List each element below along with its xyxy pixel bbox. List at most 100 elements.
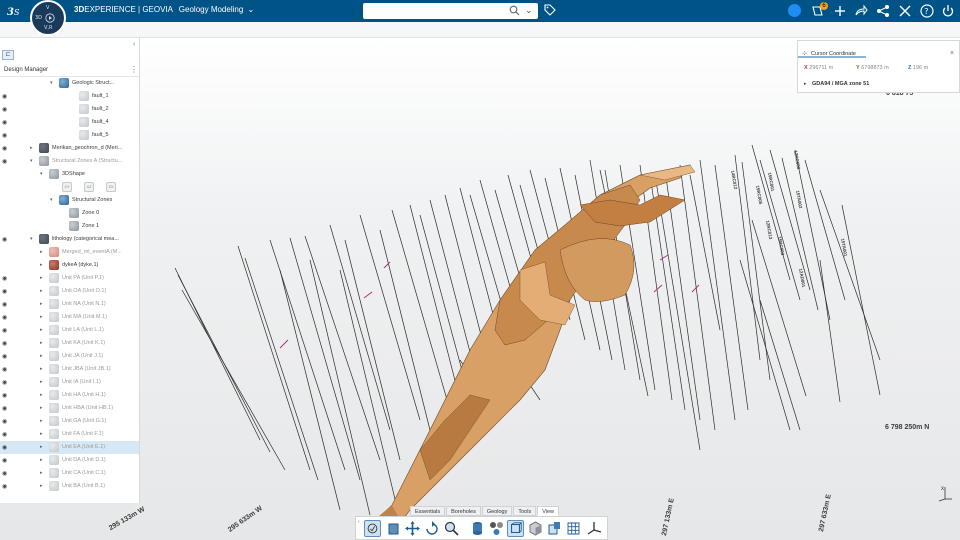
tree-item[interactable]: ◉ ▸ Unit FA (Unit F.1) [0,428,139,441]
collapsed-chevron-icon[interactable]: ▸ [30,145,33,151]
3ds-logo-icon[interactable]: 3 S [7,4,23,18]
collapsed-chevron-icon[interactable]: ▸ [40,314,43,320]
collapsed-chevron-icon[interactable]: ▸ [40,470,43,476]
tree-item[interactable]: ◉ ▾ Structural Zones A (Structu... [0,155,139,168]
shading-icon[interactable] [527,520,544,537]
drillhole-trace[interactable] [379,229,431,431]
plane-toggle-icon[interactable]: ZX [106,182,116,192]
app-brand[interactable]: 3DEXPERIENCE | GEOVIA Geology Modeling ⌄ [74,5,254,14]
drillhole-trace[interactable] [769,149,811,291]
tree-item[interactable]: ▾ Geologic Struct... [0,77,139,90]
drillhole-trace[interactable] [751,144,791,281]
visibility-eye-icon[interactable]: ◉ [2,470,7,477]
visibility-eye-icon[interactable]: ◉ [2,483,7,490]
plane-toggle-icon[interactable]: XZ [84,182,94,192]
drillhole-trace[interactable] [309,259,371,516]
tree-tab-icon[interactable]: ⊏ [2,50,14,60]
tree-item[interactable]: ◉ ▸ Merikan_geochron_d (Meri... [0,142,139,155]
collapsed-chevron-icon[interactable]: ▸ [40,288,43,294]
tree-item[interactable]: ◉ ▸ Unit GA (Unit G.1) [0,415,139,428]
tree-item[interactable]: Zone 1 [0,220,139,233]
collapsed-chevron-icon[interactable]: ▸ [40,392,43,398]
collapsed-chevron-icon[interactable]: ▸ [40,249,43,255]
tree-item[interactable]: ◉ ▸ Unit HA (Unit H.1) [0,389,139,402]
drillhole-trace[interactable] [841,204,881,396]
power-icon[interactable] [940,3,956,19]
drillhole-trace[interactable] [244,257,319,481]
share-arrow-icon[interactable] [853,3,869,19]
tree-item[interactable]: ◉ ▸ Unit KA (Unit K.1) [0,337,139,350]
user-avatar[interactable] [788,4,801,17]
crs-name[interactable]: GDA94 / MGA zone 51 [812,81,869,87]
visibility-eye-icon[interactable]: ◉ [2,431,7,438]
collapsed-chevron-icon[interactable]: ▸ [40,353,43,359]
drillhole-trace[interactable] [237,245,311,471]
collapsed-chevron-icon[interactable]: ▸ [40,275,43,281]
tree-item[interactable]: ◉ ▸ Unit OA (Unit O.1) [0,285,139,298]
grid-icon[interactable] [565,520,582,537]
visibility-eye-icon[interactable]: ◉ [2,379,7,386]
visibility-eye-icon[interactable]: ◉ [2,353,7,360]
visibility-eye-icon[interactable]: ◉ [2,444,7,451]
tree-item[interactable]: ▸ Merged_ml_eventA (M... [0,246,139,259]
tab-tools[interactable]: Tools [513,506,537,516]
toolbar-expand-icon[interactable]: ‹ [358,519,360,525]
search-dropdown-icon[interactable]: ⌄ [525,5,533,16]
add-icon[interactable] [832,3,848,19]
tree-item[interactable]: ▾ 3DShape [0,168,139,181]
fly-mode-icon[interactable] [364,520,381,537]
tab-view[interactable]: View [537,506,560,516]
collapsed-chevron-icon[interactable]: ▸ [40,405,43,411]
expanded-chevron-icon[interactable]: ▾ [40,171,43,177]
visibility-eye-icon[interactable]: ◉ [2,457,7,464]
drillhole-trace[interactable] [679,164,716,431]
visibility-eye-icon[interactable]: ◉ [2,119,7,126]
drillhole-trace[interactable] [359,214,421,421]
tree-item[interactable]: ▾ Structural Zones [0,194,139,207]
drillhole-trace[interactable] [289,237,361,481]
pan-icon[interactable] [404,520,421,537]
drillhole-trace[interactable] [699,159,736,421]
tree-item[interactable]: ◉ ▸ Unit JA (Unit J.1) [0,350,139,363]
collapsed-chevron-icon[interactable]: ▸ [40,340,43,346]
collapsed-chevron-icon[interactable]: ▸ [40,457,43,463]
visibility-eye-icon[interactable]: ◉ [2,145,7,152]
tree-item[interactable]: ◉ fault_4 [0,116,139,129]
3d-object-icon[interactable] [385,520,402,537]
expanded-chevron-icon[interactable]: ▾ [50,197,53,203]
collapsed-chevron-icon[interactable]: ▸ [40,262,43,268]
tools-icon[interactable] [897,3,913,19]
visibility-eye-icon[interactable]: ◉ [2,327,7,334]
tab-essentials[interactable]: Essentials [410,506,446,516]
tree-item[interactable]: XY XZ ZX [0,181,139,194]
tree-item[interactable]: ◉ ▸ Unit HBA (Unit HB.1) [0,402,139,415]
expanded-chevron-icon[interactable]: ▾ [50,80,53,86]
plane-toggle-icon[interactable]: XY [62,182,72,192]
rotate-icon[interactable] [424,520,441,537]
visibility-eye-icon[interactable]: ◉ [2,132,7,139]
drillhole-trace[interactable] [654,174,701,451]
tree-item[interactable]: Zone 0 [0,207,139,220]
compass-widget[interactable]: V 3D V,R [30,0,66,36]
visibility-eye-icon[interactable]: ◉ [2,340,7,347]
tree-item[interactable]: ◉ ▸ Unit PA (Unit P.1) [0,272,139,285]
expand-crs-icon[interactable]: ▸ [804,81,807,87]
visibility-eye-icon[interactable]: ◉ [2,106,7,113]
explode-view-icon[interactable] [488,520,505,537]
tab-geology[interactable]: Geology [481,506,513,516]
collapse-panel-icon[interactable]: ‹ [133,41,135,48]
drillhole-trace[interactable] [391,209,451,411]
drillhole-trace[interactable] [339,269,401,521]
share-icon[interactable] [875,3,891,19]
drillhole-trace[interactable] [181,289,286,471]
expanded-chevron-icon[interactable]: ▾ [30,158,33,164]
tree-item[interactable]: ◉ fault_2 [0,103,139,116]
tree-item[interactable]: ◉ fault_1 [0,90,139,103]
visibility-eye-icon[interactable]: ◉ [2,366,7,373]
3d-viewport[interactable]: 6 818 75 6 798 250m N 295 133m W 295 633… [0,38,960,540]
drillhole-trace[interactable] [759,299,801,431]
tree-item[interactable]: ◉ ▸ Unit LA (Unit L.1) [0,324,139,337]
visibility-eye-icon[interactable]: ◉ [2,418,7,425]
section-icon[interactable] [546,520,563,537]
drillhole-trace[interactable] [344,239,401,461]
